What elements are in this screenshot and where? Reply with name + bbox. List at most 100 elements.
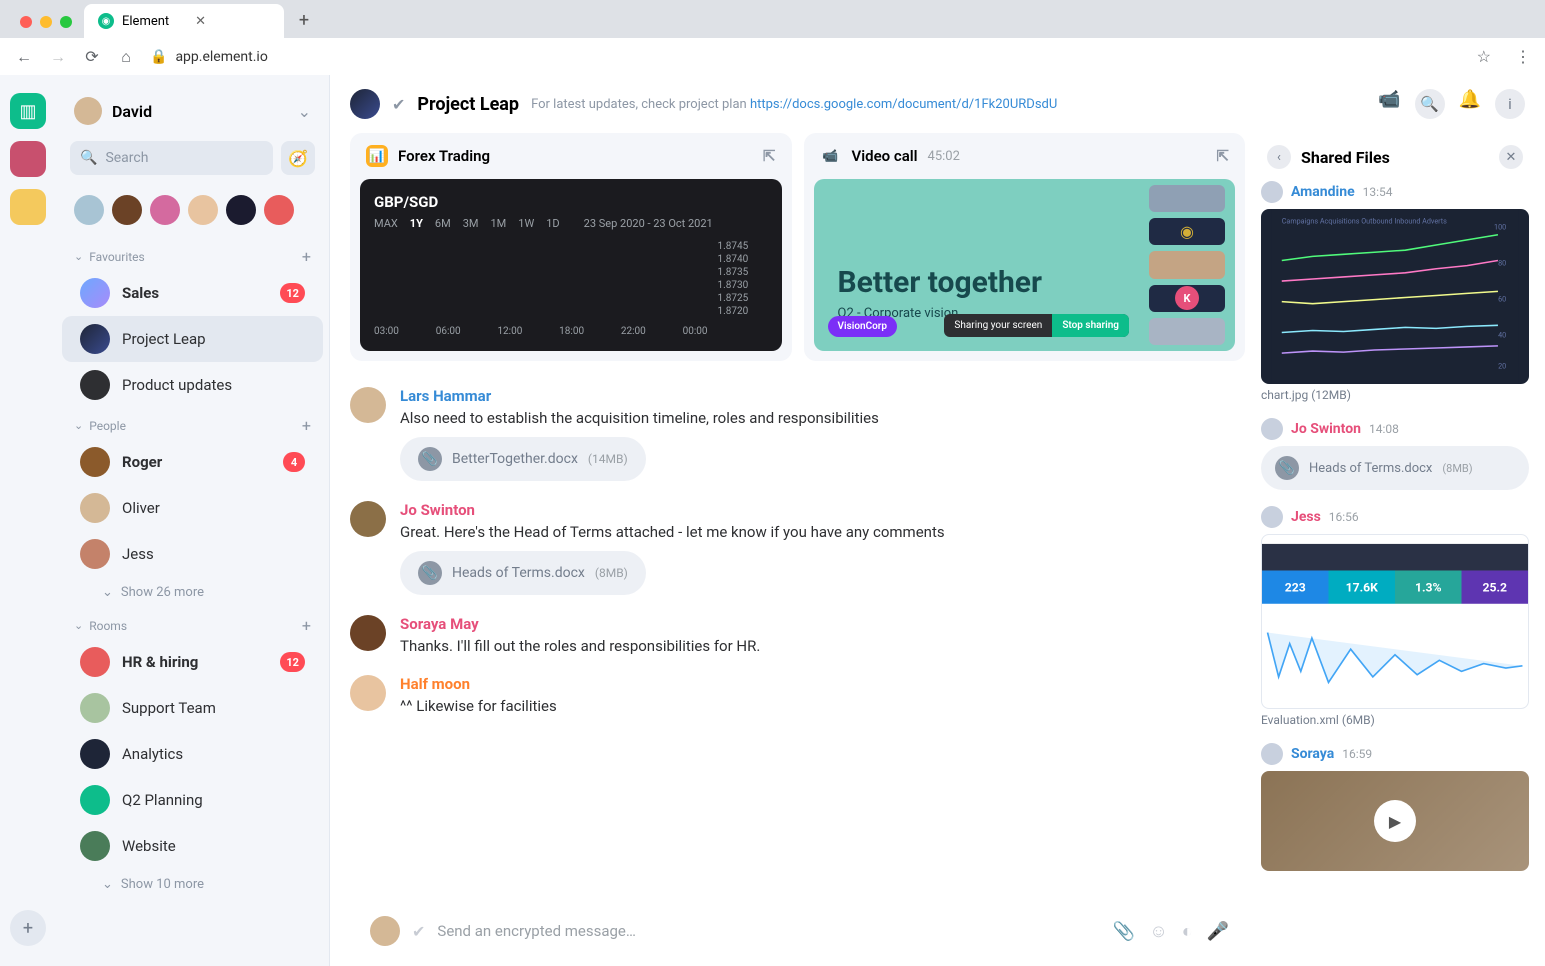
space-item[interactable] [10, 141, 46, 177]
room-item[interactable]: Oliver [62, 485, 323, 531]
shared-file-item[interactable]: Amandine13:54Campaigns Acquisitions Outb… [1261, 181, 1529, 402]
rooms-header[interactable]: ⌄ Rooms + [56, 608, 329, 639]
participant-thumb[interactable] [1149, 251, 1225, 278]
participant-thumb[interactable] [1149, 185, 1225, 212]
room-item[interactable]: Product updates [62, 362, 323, 408]
avatar [1261, 181, 1283, 203]
sender-name: Jo Swinton [400, 501, 1245, 519]
dm-avatar[interactable] [188, 195, 218, 225]
home-icon[interactable]: ⌂ [116, 47, 136, 67]
video-call-icon[interactable]: 📹 [1378, 89, 1400, 119]
stop-sharing-button[interactable]: Stop sharing [1052, 314, 1129, 337]
minimize-window-icon[interactable] [40, 16, 52, 28]
room-item[interactable]: Roger 4 [62, 439, 323, 485]
shared-file-item[interactable]: Jo Swinton14:08📎Heads of Terms.docx (8MB… [1261, 418, 1529, 490]
url-field[interactable]: 🔒 app.element.io [150, 49, 1463, 65]
room-item[interactable]: Analytics [62, 731, 323, 777]
room-item[interactable]: HR & hiring 12 [62, 639, 323, 685]
popout-icon[interactable]: ⇱ [763, 147, 776, 165]
show-more-rooms[interactable]: ⌄Show 10 more [56, 869, 329, 900]
profile-menu[interactable]: David ⌄ [56, 87, 329, 135]
add-space-button[interactable]: + [10, 910, 46, 946]
maximize-window-icon[interactable] [60, 16, 72, 28]
emoji-icon[interactable]: ☺ [1149, 921, 1167, 942]
notifications-icon[interactable]: 🔔 [1459, 89, 1481, 119]
date-range: 23 Sep 2020 - 23 Oct 2021 [584, 217, 713, 230]
file-caption: Evaluation.xml (6MB) [1261, 713, 1529, 727]
room-item[interactable]: Sales 12 [62, 270, 323, 316]
range-option[interactable]: 1W [518, 217, 534, 230]
range-option[interactable]: 1Y [410, 217, 423, 230]
favourites-header[interactable]: ⌄ Favourites + [56, 239, 329, 270]
file-attachment[interactable]: 📎BetterTogether.docx (14MB) [400, 437, 646, 481]
back-icon[interactable]: ‹ [1267, 145, 1291, 169]
video-stage[interactable]: Better together Q2 - Corporate vision ◉ … [814, 179, 1236, 351]
file-thumbnail[interactable]: 22317.6K1.3%25.2 [1261, 534, 1529, 709]
participant-thumb[interactable]: ◉ [1149, 218, 1225, 245]
room-item[interactable]: Website [62, 823, 323, 869]
room-info-icon[interactable]: i [1495, 89, 1525, 119]
range-option[interactable]: MAX [374, 217, 398, 230]
composer-input[interactable]: Send an encrypted message… [437, 922, 1100, 940]
new-tab-button[interactable]: + [290, 6, 318, 34]
unread-badge: 12 [280, 283, 305, 303]
room-header: ✔ Project Leap For latest updates, check… [330, 75, 1545, 133]
window-controls[interactable] [20, 16, 72, 28]
dm-avatar[interactable] [150, 195, 180, 225]
file-attachment[interactable]: 📎Heads of Terms.docx (8MB) [400, 551, 646, 595]
room-item[interactable]: Support Team [62, 685, 323, 731]
voice-icon[interactable]: 🎤 [1207, 921, 1229, 942]
dm-avatar[interactable] [112, 195, 142, 225]
explore-button[interactable]: 🧭 [281, 141, 315, 175]
file-attachment[interactable]: 📎Heads of Terms.docx (8MB) [1261, 446, 1529, 490]
message-timeline[interactable]: Lars Hammar Also need to establish the a… [350, 377, 1245, 902]
close-window-icon[interactable] [20, 16, 32, 28]
close-tab-icon[interactable]: ✕ [195, 14, 206, 29]
forward-icon[interactable]: → [48, 47, 68, 67]
message-composer[interactable]: ✔ Send an encrypted message… 📎 ☺ ◐ 🎤 [350, 902, 1245, 966]
range-option[interactable]: 3M [463, 217, 479, 230]
add-favourite-button[interactable]: + [302, 247, 311, 266]
forex-chart[interactable]: GBP/SGD MAX1Y6M3M1M1W1D23 Sep 2020 - 23 … [360, 179, 782, 351]
panel-title: Shared Files [1301, 148, 1489, 167]
participant-thumb[interactable] [1149, 318, 1225, 345]
tab-bar: ◉ Element ✕ + [0, 0, 1545, 38]
sticker-icon[interactable]: ◐ [1182, 921, 1193, 942]
participant-thumb[interactable]: K [1149, 285, 1225, 312]
range-selector[interactable]: MAX 1Y 6M 3M 1M 1W 1D 23 Sep 2020 - 23 Oct 2021 [374, 217, 768, 230]
bookmark-icon[interactable]: ☆ [1477, 47, 1491, 66]
space-item[interactable] [10, 189, 46, 225]
file-thumbnail[interactable]: ▶ [1261, 771, 1529, 871]
shared-file-item[interactable]: Jess16:5622317.6K1.3%25.2Evaluation.xml … [1261, 506, 1529, 727]
kebab-menu-icon[interactable]: ⋮ [1515, 47, 1531, 66]
range-option[interactable]: 1D [546, 217, 559, 230]
search-input[interactable]: 🔍 Search [70, 141, 273, 175]
dm-avatar[interactable] [264, 195, 294, 225]
home-space[interactable]: ▥ [10, 93, 46, 129]
room-avatar[interactable] [350, 89, 380, 119]
popout-icon[interactable]: ⇱ [1216, 147, 1229, 165]
range-option[interactable]: 1M [491, 217, 507, 230]
add-room-button[interactable]: + [302, 616, 311, 635]
close-panel-icon[interactable]: ✕ [1499, 145, 1523, 169]
play-icon[interactable]: ▶ [1374, 800, 1416, 842]
shared-file-item[interactable]: Soraya16:59▶ [1261, 743, 1529, 871]
topic-link[interactable]: https://docs.google.com/document/d/1Fk20… [750, 97, 1057, 112]
room-item[interactable]: Q2 Planning [62, 777, 323, 823]
add-dm-button[interactable]: + [302, 416, 311, 435]
search-room-icon[interactable]: 🔍 [1415, 89, 1445, 119]
dm-avatar[interactable] [226, 195, 256, 225]
dm-avatar[interactable] [74, 195, 104, 225]
attach-icon[interactable]: 📎 [1113, 921, 1135, 942]
room-item[interactable]: Jess [62, 531, 323, 577]
back-icon[interactable]: ← [14, 47, 34, 67]
recent-dms-strip [56, 181, 329, 239]
file-thumbnail[interactable]: Campaigns Acquisitions Outbound Inbound … [1261, 209, 1529, 384]
reload-icon[interactable]: ⟳ [82, 47, 102, 66]
avatar [74, 97, 102, 125]
people-header[interactable]: ⌄ People + [56, 408, 329, 439]
range-option[interactable]: 6M [435, 217, 451, 230]
browser-tab[interactable]: ◉ Element ✕ [84, 4, 284, 38]
room-item[interactable]: Project Leap [62, 316, 323, 362]
show-more-people[interactable]: ⌄Show 26 more [56, 577, 329, 608]
